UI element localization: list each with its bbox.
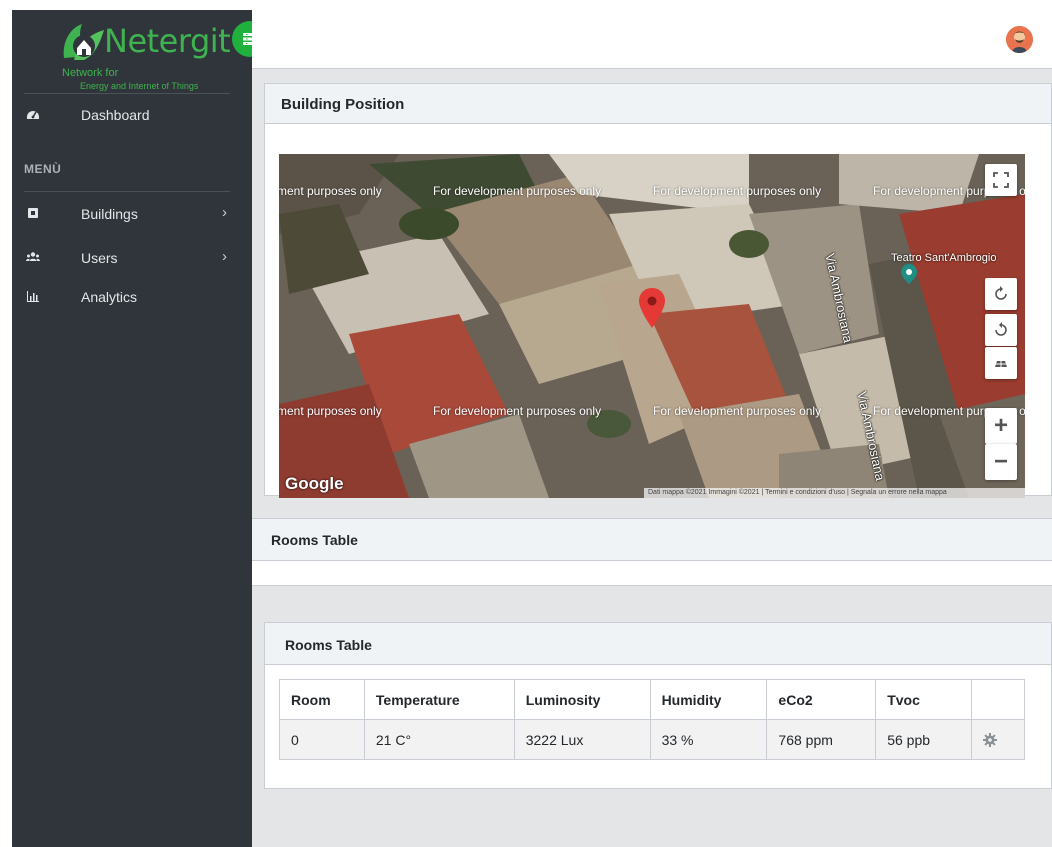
tachometer-icon <box>27 111 39 119</box>
sidebar-item-label: Users <box>81 250 118 266</box>
rotate-counterclockwise-icon <box>995 322 1007 336</box>
card-title: Rooms Table <box>271 532 358 548</box>
chevron-right-icon: › <box>222 248 227 265</box>
top-header <box>252 10 1052 69</box>
map-view[interactable]: ment purposes only For development purpo… <box>279 154 1025 498</box>
sidebar-item-label: Dashboard <box>81 107 150 123</box>
sidebar-item-buildings[interactable]: Buildings › <box>12 197 252 231</box>
sidebar-divider <box>24 191 230 192</box>
map-watermark: For development purposes only <box>433 184 602 198</box>
rotate-clockwise-button[interactable] <box>985 278 1017 310</box>
column-header-eco2[interactable]: eCo2 <box>766 679 877 720</box>
user-avatar[interactable] <box>1006 26 1033 53</box>
rotate-clockwise-icon <box>995 286 1007 300</box>
building-position-card: Building Position ment purposes only For… <box>264 83 1052 498</box>
column-header-temperature[interactable]: Temperature <box>363 679 515 720</box>
building-icon <box>28 208 38 218</box>
map-attribution[interactable]: Dati mappa ©2021 Immagini ©2021 | Termin… <box>644 488 1025 498</box>
brand-subtitle-line1: Network for <box>62 67 119 79</box>
main-content: Building Position ment purposes only For… <box>252 69 1052 847</box>
users-icon <box>26 252 40 261</box>
map-watermark: For development purposes only <box>653 184 822 198</box>
sidebar-divider <box>24 93 230 94</box>
map-watermark: For development purposes only <box>433 404 602 418</box>
column-header-humidity[interactable]: Humidity <box>649 679 768 720</box>
card-header: Rooms Table <box>252 519 1052 561</box>
card-title: Building Position <box>281 96 405 113</box>
avatar-icon <box>1006 26 1033 53</box>
card-header: Building Position <box>265 84 1051 124</box>
brand-name: Netergit <box>104 22 231 60</box>
card-title: Rooms Table <box>285 637 372 653</box>
map-watermark: For development purposes only <box>653 404 822 418</box>
sidebar-item-label: Buildings <box>81 206 138 222</box>
cell-actions <box>971 719 1025 760</box>
zoom-in-button[interactable]: + <box>985 408 1017 444</box>
tilt-button[interactable] <box>985 347 1017 379</box>
sidebar-item-users[interactable]: Users › <box>12 241 252 275</box>
cell-eco2: 768 ppm <box>766 719 877 760</box>
column-header-actions <box>971 679 1025 720</box>
fullscreen-icon <box>993 172 1009 188</box>
table-header-row: Room Temperature Luminosity Humidity eCo… <box>279 679 1025 720</box>
sidebar-item-label: Analytics <box>81 289 138 305</box>
zoom-out-button[interactable]: − <box>985 444 1017 480</box>
cell-luminosity: 3222 Lux <box>513 719 651 760</box>
google-logo: Google <box>285 474 344 493</box>
column-header-luminosity[interactable]: Luminosity <box>513 679 651 720</box>
sidebar-item-analytics[interactable]: Analytics <box>12 280 252 314</box>
column-header-tvoc[interactable]: Tvoc <box>875 679 973 720</box>
sidebar: Netergit Network for Energy and Internet… <box>12 10 268 847</box>
poi-marker-icon[interactable] <box>901 264 917 284</box>
bar-chart-icon <box>27 291 39 302</box>
tilt-icon <box>995 361 1007 367</box>
brand-logo[interactable]: Netergit Network for Energy and Internet… <box>60 20 250 96</box>
sidebar-item-dashboard[interactable]: Dashboard <box>12 98 252 132</box>
cell-tvoc: 56 ppb <box>875 719 973 760</box>
map-watermark: ment purposes only <box>279 184 382 198</box>
sidebar-section-title: MENÙ <box>24 162 62 176</box>
chevron-right-icon: › <box>222 204 227 221</box>
card-header: Rooms Table <box>265 623 1051 665</box>
gear-icon[interactable] <box>983 732 998 747</box>
rooms-table: Room Temperature Luminosity Humidity eCo… <box>279 679 1025 760</box>
brand-subtitle-line2: Energy and Internet of Things <box>80 81 199 91</box>
netergit-logo-icon <box>63 24 104 60</box>
map-watermark: ment purposes only <box>279 404 382 418</box>
table-row[interactable]: 0 21 C° 3222 Lux 33 % 768 ppm 56 ppb <box>279 719 1025 760</box>
column-header-room[interactable]: Room <box>279 679 365 720</box>
rooms-table-panel: Rooms Table <box>252 518 1052 586</box>
poi-label: Teatro Sant'Ambrogio <box>891 252 997 264</box>
cell-temperature: 21 C° <box>363 719 515 760</box>
fullscreen-button[interactable] <box>985 164 1017 196</box>
cell-room: 0 <box>279 719 365 760</box>
location-marker-icon[interactable] <box>639 288 665 328</box>
rooms-table-card: Rooms Table Room Temperature Luminosity … <box>264 622 1052 789</box>
cell-humidity: 33 % <box>649 719 768 760</box>
rotate-counterclockwise-button[interactable] <box>985 314 1017 346</box>
